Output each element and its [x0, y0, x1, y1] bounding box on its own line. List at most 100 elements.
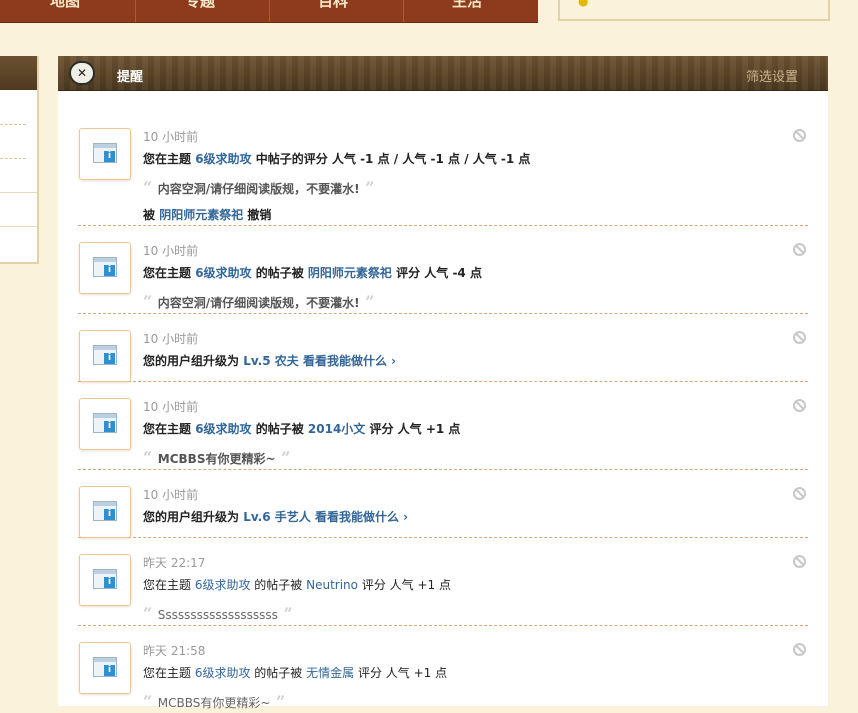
quote-text: 内容空洞/请仔细阅读版规，不要灌水!	[157, 182, 360, 196]
notice-text: 您的用户组升级为	[143, 354, 244, 368]
block-icon[interactable]	[793, 555, 806, 568]
top-user-box: ●	[558, 0, 830, 21]
notice-text: 评分 人气 +1 点	[365, 422, 461, 436]
info-icon: i	[104, 353, 115, 364]
notice-text: 您在主题	[143, 578, 195, 592]
nav-item-wiki[interactable]: 百科	[318, 0, 348, 11]
notice-link[interactable]: 6级求助攻	[195, 578, 251, 592]
system-notice-icon: i	[79, 128, 131, 180]
nav-divider	[403, 0, 404, 22]
system-notice-icon: i	[79, 486, 131, 538]
notice-message: 您在主题 6级求助攻 的帖子被 2014小文 评分 人气 +1 点	[143, 420, 460, 437]
system-notice-icon: i	[79, 330, 131, 382]
top-navigation: 地图 专题 百科 生活	[0, 0, 538, 23]
quote-text: 内容空洞/请仔细阅读版规，不要灌水!	[157, 296, 360, 310]
nav-divider	[269, 0, 270, 22]
open-quote-icon: “	[143, 292, 158, 311]
notice-text: 评分 人气 -4 点	[391, 266, 482, 280]
sidebar-divider	[0, 158, 26, 159]
notice-message: 您的用户组升级为 Lv.6 手艺人 看看我能做什么 ›	[143, 508, 408, 525]
notice-time: 昨天 21:58	[143, 644, 206, 658]
system-notice-icon: i	[79, 554, 131, 606]
open-quote-icon: “	[143, 448, 158, 467]
notice-text: 您在主题	[143, 152, 196, 166]
notice-link[interactable]: Lv.5 农夫	[243, 354, 299, 368]
notice-item: i 10 小时前 您的用户组升级为 Lv.6 手艺人 看看我能做什么 ›	[78, 477, 808, 538]
notice-text: 您的用户组升级为	[143, 510, 244, 524]
panel-title: 提醒	[117, 70, 144, 85]
left-sidebar	[0, 56, 39, 264]
rating-reason-quote: “ 内容空洞/请仔细阅读版规，不要灌水! ”	[143, 178, 374, 197]
notice-text: 您在主题	[143, 266, 196, 280]
quote-text: MCBBS有你更精彩~	[157, 452, 276, 466]
notice-link[interactable]: Lv.6 手艺人	[243, 510, 311, 524]
nav-divider	[135, 0, 136, 22]
block-icon[interactable]	[793, 243, 806, 256]
block-icon[interactable]	[793, 487, 806, 500]
notice-text: 的帖子被	[251, 266, 308, 280]
open-quote-icon: “	[143, 692, 158, 711]
nav-item-topic[interactable]: 专题	[185, 0, 215, 11]
notice-item: i 10 小时前您在主题 6级求助攻 的帖子被 2014小文 评分 人气 +1 点…	[78, 389, 808, 470]
filter-settings-link[interactable]: 筛选设置	[746, 66, 798, 85]
notice-time: 昨天 22:17	[143, 556, 206, 570]
notice-text: 中帖子的评分 人气 -1 点 / 人气 -1 点 / 人气 -1 点	[251, 152, 531, 166]
notice-text: 的帖子被	[250, 578, 307, 592]
notice-link[interactable]: 无情金属	[306, 666, 354, 680]
notice-message: 您在主题 6级求助攻 的帖子被 Neutrino 评分 人气 +1 点	[143, 576, 451, 593]
notice-item: i 10 小时前 您在主题 6级求助攻 中帖子的评分 人气 -1 点 / 人气 -1…	[78, 119, 808, 226]
close-quote-icon: ”	[359, 292, 375, 311]
notice-time: 10 小时前	[143, 130, 199, 144]
notice-link[interactable]: 6级求助攻	[195, 152, 251, 166]
notice-link[interactable]: 6级求助攻	[195, 266, 251, 280]
info-icon: i	[104, 665, 115, 676]
block-icon[interactable]	[793, 129, 806, 142]
info-icon: i	[104, 265, 115, 276]
notice-item: i 10 小时前 您在主题 6级求助攻 的帖子被 阴阳师元素祭祀 评分 人气 -4 …	[78, 233, 808, 314]
info-icon: i	[104, 151, 115, 162]
block-icon[interactable]	[793, 331, 806, 344]
notice-text: 评分 人气 +1 点	[354, 666, 448, 680]
notice-time: 10 小时前	[143, 400, 199, 414]
notice-text: 撤销	[243, 208, 272, 222]
creeper-logo-icon: ✕	[69, 61, 95, 85]
notice-link[interactable]: 看看我能做什么 ›	[303, 354, 396, 368]
notice-message: 您的用户组升级为 Lv.5 农夫 看看我能做什么 ›	[143, 352, 396, 369]
quote-text: MCBBS有你更精彩~	[157, 696, 271, 710]
notice-message: 您在主题 6级求助攻 的帖子被 无情金属 评分 人气 +1 点	[143, 664, 447, 681]
notice-item: i 昨天 22:17 您在主题 6级求助攻 的帖子被 Neutrino 评分 人气 …	[78, 545, 808, 626]
notice-text: 评分 人气 +1 点	[358, 578, 451, 592]
block-icon[interactable]	[793, 643, 806, 656]
rating-reason-quote: “ Sssssssssssssssssss ”	[143, 604, 293, 623]
notification-panel: ✕ 提醒 筛选设置 i 10 小时前 您在主题 6级求助攻 中帖子的评分 人气 -1…	[58, 56, 828, 711]
notice-link[interactable]: 6级求助攻	[195, 422, 251, 436]
notice-item: i 昨天 21:58 您在主题 6级求助攻 的帖子被 无情金属 评分 人气 +1 点…	[78, 633, 808, 713]
nav-item-map[interactable]: 地图	[50, 0, 80, 11]
close-quote-icon: ”	[277, 604, 293, 623]
notice-link[interactable]: 看看我能做什么 ›	[315, 510, 408, 524]
notice-link[interactable]: Neutrino	[306, 578, 358, 592]
notice-time: 10 小时前	[143, 244, 199, 258]
lightbulb-icon: ●	[578, 0, 589, 8]
sidebar-divider	[0, 226, 37, 227]
info-icon: i	[104, 421, 115, 432]
close-quote-icon: ”	[359, 178, 375, 197]
quote-text: Sssssssssssssssssss	[157, 608, 278, 622]
sidebar-header	[0, 56, 37, 90]
rating-reason-quote: “ MCBBS有你更精彩~ ”	[143, 692, 285, 711]
notice-text: 您在主题	[143, 666, 195, 680]
sidebar-divider	[0, 124, 26, 125]
notice-text: 您在主题	[143, 422, 196, 436]
nav-item-life[interactable]: 生活	[452, 0, 482, 11]
rating-reason-quote: “ 内容空洞/请仔细阅读版规，不要灌水! ”	[143, 292, 374, 311]
close-quote-icon: ”	[270, 692, 286, 711]
notice-link[interactable]: 6级求助攻	[195, 666, 251, 680]
notice-text: 被	[143, 208, 160, 222]
block-icon[interactable]	[793, 399, 806, 412]
notice-link[interactable]: 阴阳师元素祭祀	[308, 266, 392, 280]
open-quote-icon: “	[143, 604, 158, 623]
notice-text: 的帖子被	[250, 666, 307, 680]
user-link[interactable]: 阴阳师元素祭祀	[159, 208, 243, 222]
notice-link[interactable]: 2014小文	[308, 422, 365, 436]
notice-item: i 10 小时前 您的用户组升级为 Lv.5 农夫 看看我能做什么 ›	[78, 321, 808, 382]
